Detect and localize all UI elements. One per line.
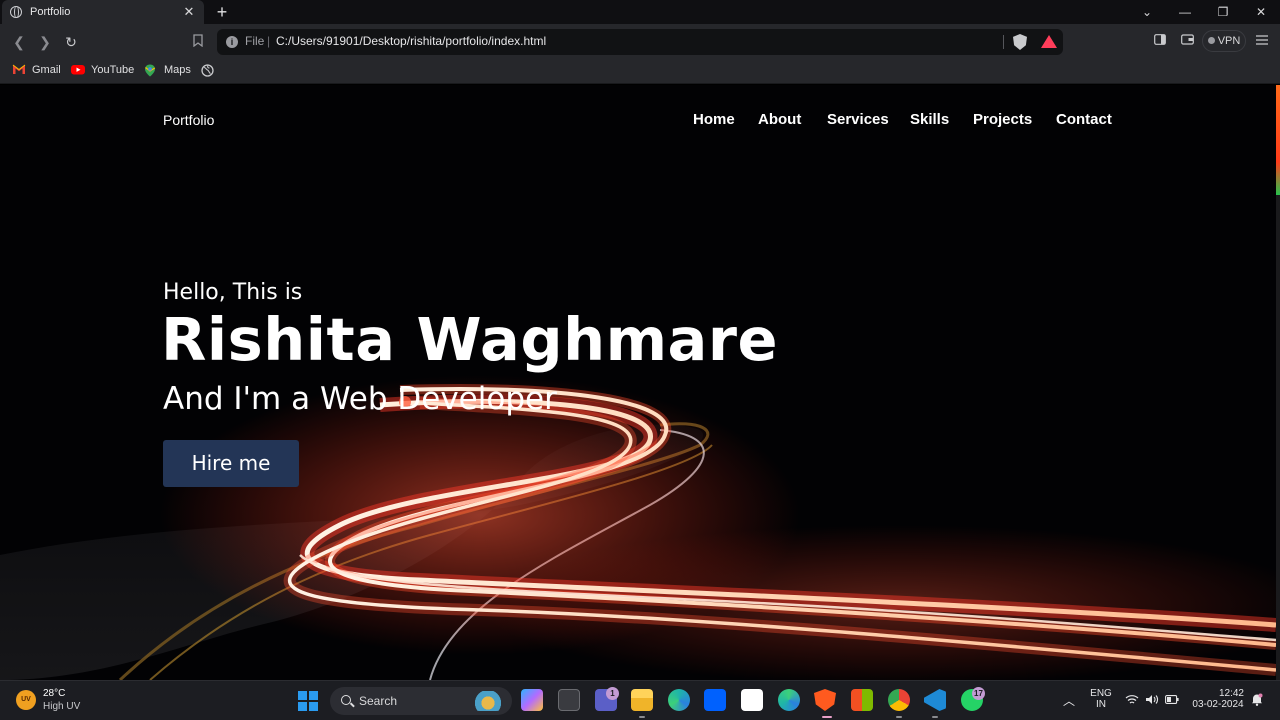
windows-logo-icon	[298, 691, 307, 700]
hero-name: Rishita Waghmare	[161, 305, 778, 374]
hire-me-button[interactable]: Hire me	[163, 440, 299, 487]
bookmark-gmail[interactable]: Gmail	[12, 64, 61, 76]
file-explorer-icon[interactable]	[631, 689, 653, 711]
tab-portfolio[interactable]: Portfolio ✕	[2, 0, 204, 24]
close-tab-icon[interactable]: ✕	[182, 4, 196, 20]
whatsapp-badge: 17	[972, 687, 985, 700]
page-scrollbar[interactable]	[1276, 85, 1280, 680]
reload-icon[interactable]: ↻	[61, 32, 81, 52]
hero-greeting: Hello, This is	[163, 280, 303, 305]
address-bar[interactable]: i File | C:/Users/91901/Desktop/rishita/…	[217, 29, 1063, 55]
new-tab-button[interactable]: +	[212, 2, 232, 22]
youtube-icon	[71, 64, 85, 76]
tab-title: Portfolio	[30, 6, 71, 18]
weather-description[interactable]: High UV	[43, 701, 80, 712]
brave-rewards-icon[interactable]	[1041, 35, 1057, 48]
system-clock[interactable]: 12:42 03-02-2024	[1188, 688, 1248, 710]
chrome-icon[interactable]	[888, 689, 910, 711]
maps-icon	[144, 64, 158, 77]
globe-icon	[10, 5, 22, 18]
search-label: Search	[359, 694, 398, 708]
microsoft-store-icon[interactable]	[851, 689, 873, 711]
windows-taskbar: UV 28°C High UV Search 1 17 ︿ ENG IN 12:…	[0, 680, 1280, 720]
nav-skills[interactable]: Skills	[910, 111, 949, 128]
menu-icon[interactable]	[1254, 33, 1270, 49]
nav-contact[interactable]: Contact	[1056, 111, 1112, 128]
close-window-button[interactable]: ✕	[1242, 0, 1280, 24]
language-code: ENG	[1090, 688, 1112, 699]
bookmark-label: Gmail	[32, 64, 61, 76]
bookmark-label: Maps	[164, 64, 191, 76]
site-info-icon[interactable]: i	[226, 36, 238, 48]
edge-beta-icon[interactable]	[778, 689, 800, 711]
brave-browser-icon[interactable]	[814, 689, 836, 711]
bookmark-youtube[interactable]: YouTube	[71, 64, 134, 76]
wifi-icon[interactable]	[1125, 694, 1139, 708]
omnibox-divider	[1003, 35, 1004, 49]
scheme-separator: |	[267, 34, 271, 48]
bookmarks-bar: Gmail YouTube Maps	[0, 60, 1280, 84]
vpn-label: VPN	[1217, 35, 1241, 47]
nav-services[interactable]: Services	[827, 111, 889, 128]
forward-icon[interactable]: ❯	[35, 32, 55, 52]
bookmark-globe[interactable]	[201, 64, 221, 77]
weather-icon[interactable]: UV	[16, 690, 36, 710]
copilot-icon[interactable]	[521, 689, 543, 711]
nav-projects[interactable]: Projects	[973, 111, 1032, 128]
region-code: IN	[1096, 699, 1106, 710]
back-icon[interactable]: ❮	[9, 32, 29, 52]
start-button[interactable]	[298, 691, 318, 711]
vpn-status-icon	[1207, 37, 1215, 44]
brave-shields-icon[interactable]	[1013, 34, 1027, 50]
scrollbar-thumb[interactable]	[1276, 85, 1280, 195]
edge-icon[interactable]	[668, 689, 690, 711]
scheme-label: File	[245, 34, 265, 48]
notification-bell-icon[interactable]	[1251, 693, 1263, 709]
tab-search-chevron-icon[interactable]: ⌄	[1128, 0, 1166, 24]
bookmark-icon[interactable]	[188, 32, 208, 52]
hero-role: And I'm a Web Developer	[163, 381, 557, 417]
dropbox-icon[interactable]	[704, 689, 726, 711]
restore-button[interactable]: ❐	[1204, 0, 1242, 24]
bookmark-maps[interactable]: Maps	[144, 64, 191, 77]
sidebar-icon[interactable]	[1152, 33, 1168, 49]
vpn-button[interactable]: VPN	[1202, 30, 1246, 52]
nav-home[interactable]: Home	[693, 111, 735, 128]
search-highlight-icon	[470, 691, 506, 711]
vscode-icon[interactable]	[924, 689, 946, 711]
nav-about[interactable]: About	[758, 111, 801, 128]
portfolio-page: Portfolio Home About Services Skills Pro…	[0, 85, 1276, 680]
browser-toolbar: ❮ ❯ ↻ i File | C:/Users/91901/Desktop/ri…	[0, 24, 1280, 60]
browser-tab-strip: Portfolio ✕ + ⌄ — ❐ ✕	[0, 0, 1280, 24]
teams-badge: 1	[606, 687, 619, 700]
url-text[interactable]: C:/Users/91901/Desktop/rishita/portfolio…	[276, 34, 546, 48]
battery-icon[interactable]	[1165, 695, 1179, 707]
search-icon	[341, 695, 351, 705]
bookmark-label: YouTube	[91, 64, 135, 76]
clock-time: 12:42	[1218, 688, 1244, 699]
taskbar-search[interactable]: Search	[330, 687, 512, 715]
weather-temperature[interactable]: 28°C	[43, 688, 65, 699]
gmail-icon	[12, 64, 26, 76]
clock-date: 03-02-2024	[1192, 699, 1244, 710]
amazon-icon[interactable]	[741, 689, 763, 711]
wallet-icon[interactable]	[1179, 33, 1195, 49]
minimize-button[interactable]: —	[1166, 0, 1204, 24]
globe-icon	[201, 64, 215, 77]
volume-icon[interactable]	[1145, 694, 1159, 708]
language-indicator[interactable]: ENG IN	[1088, 688, 1114, 710]
task-view-icon[interactable]	[558, 689, 580, 711]
show-hidden-icons-chevron-icon[interactable]: ︿	[1062, 692, 1076, 709]
site-brand[interactable]: Portfolio	[163, 112, 214, 128]
